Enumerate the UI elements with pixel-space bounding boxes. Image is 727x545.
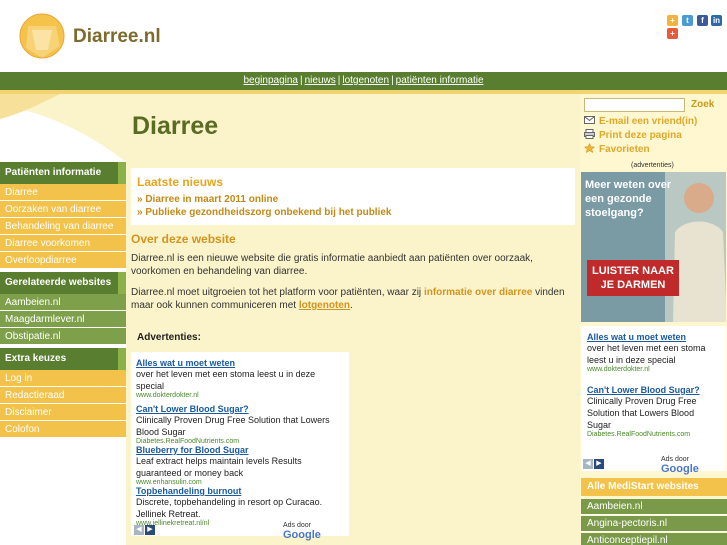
news-box: Laatste nieuws » Diarree in maart 2011 o… bbox=[131, 168, 575, 225]
lotgenoten-link[interactable]: lotgenoten bbox=[299, 300, 350, 311]
google-logo: Google bbox=[283, 529, 321, 541]
linkedin-icon[interactable]: in bbox=[711, 15, 722, 26]
ad-text: Clinically Proven Drug Free Solution tha… bbox=[587, 396, 697, 430]
sidebar-item-obstipatie[interactable]: Obstipatie.nl bbox=[0, 328, 126, 345]
prev-arrow-icon[interactable]: ◀ bbox=[134, 525, 144, 535]
about-title: Over deze website bbox=[131, 232, 236, 246]
search-button[interactable]: Zoek bbox=[691, 99, 714, 110]
about-text: . bbox=[349, 300, 353, 311]
banner-label: (advertenties) bbox=[631, 162, 674, 169]
banner-cta-line: LUISTER NAAR bbox=[592, 265, 674, 277]
social-links: + t f in + bbox=[667, 15, 723, 39]
sidebar-item-oorzaken[interactable]: Oorzaken van diarree bbox=[0, 201, 126, 218]
ad-text: Leaf extract helps maintain levels Resul… bbox=[136, 456, 302, 478]
site-header: Diarree.nl + t f in + bbox=[0, 0, 727, 72]
medistart-head: Alle MediStart websites bbox=[581, 478, 727, 496]
nav-separator: | bbox=[299, 75, 303, 86]
ad-url[interactable]: www.enhansulin.com bbox=[136, 479, 344, 486]
search-input[interactable] bbox=[584, 98, 685, 112]
ad-url[interactable]: Diabetes.RealFoodNutrients.com bbox=[136, 438, 344, 445]
sidebar-item-overloopdiarree[interactable]: Overloopdiarree bbox=[0, 252, 126, 269]
sidebar-item-voorkomen[interactable]: Diarree voorkomen bbox=[0, 235, 126, 252]
sidebar-item-diarree[interactable]: Diarree bbox=[0, 184, 126, 201]
news-item[interactable]: » Publieke gezondheidszorg onbekend bij … bbox=[137, 207, 569, 218]
sidebar-item-behandeling[interactable]: Behandeling van diarree bbox=[0, 218, 126, 235]
medistart-item-anticonceptiepil[interactable]: Anticonceptiepil.nl bbox=[581, 533, 727, 545]
about-text: Diarree.nl moet uitgroeien tot het platf… bbox=[131, 287, 424, 298]
banner-cta[interactable]: LUISTER NAAR JE DARMEN bbox=[587, 260, 679, 296]
prev-arrow-icon[interactable]: ◀ bbox=[583, 459, 593, 469]
sidebar-item-redactieraad[interactable]: Redactieraad bbox=[0, 387, 126, 404]
ad-title[interactable]: Can't Lower Blood Sugar? bbox=[136, 404, 344, 414]
nav-patienten-informatie[interactable]: patiënten informatie bbox=[396, 75, 484, 86]
nav-nieuws[interactable]: nieuws bbox=[305, 75, 336, 86]
sidebar-item-colofon[interactable]: Colofon bbox=[0, 421, 126, 438]
print-link[interactable]: Print deze pagina bbox=[584, 129, 682, 141]
medistart-item-aambeien[interactable]: Aambeien.nl bbox=[581, 499, 727, 515]
nav-separator: | bbox=[391, 75, 394, 86]
news-item[interactable]: » Diarree in maart 2011 online bbox=[137, 194, 569, 205]
ad-title[interactable]: Can't Lower Blood Sugar? bbox=[587, 385, 720, 395]
twitter-icon[interactable]: t bbox=[682, 15, 693, 26]
email-friend-link[interactable]: E-mail een vriend(in) bbox=[584, 115, 697, 127]
print-label: Print deze pagina bbox=[599, 130, 682, 141]
banner-cta-line: JE DARMEN bbox=[600, 279, 666, 291]
sidebar-head-patient: Patiënten informatie bbox=[0, 162, 126, 184]
sidebar-item-maagdarmlever[interactable]: Maagdarmlever.nl bbox=[0, 311, 126, 328]
nav-lotgenoten[interactable]: lotgenoten bbox=[342, 75, 389, 86]
sidebar-item-login[interactable]: Log in bbox=[0, 370, 126, 387]
left-sidebar: Patiënten informatie Diarree Oorzaken va… bbox=[0, 162, 126, 438]
favorites-label: Favorieten bbox=[599, 144, 650, 155]
news-title: Laatste nieuws bbox=[137, 175, 224, 189]
facebook-icon[interactable]: f bbox=[697, 15, 708, 26]
ad-text: Clinically Proven Drug Free Solution tha… bbox=[136, 415, 330, 437]
nav-beginpagina[interactable]: beginpagina bbox=[243, 75, 298, 86]
ad-pager: ◀ ▶ bbox=[134, 522, 156, 535]
about-paragraph: Diarree.nl moet uitgroeien tot het platf… bbox=[131, 286, 575, 312]
page-title: Diarree bbox=[132, 112, 219, 140]
plus-icon[interactable]: + bbox=[667, 28, 678, 39]
about-section: Over deze website Diarree.nl is een nieu… bbox=[131, 232, 575, 320]
main-nav: beginpagina | nieuws | lotgenoten | patiënten … bbox=[0, 72, 727, 90]
banner-headline: Meer weten over een gezonde stoelgang? bbox=[585, 179, 672, 219]
ad-title[interactable]: Alles wat u moet weten bbox=[136, 358, 344, 368]
ad-text: over het leven met een stoma leest u in … bbox=[136, 369, 316, 391]
ad-banner[interactable]: Meer weten over een gezonde stoelgang? L… bbox=[581, 172, 726, 322]
ads-main-box: Alles wat u moet weten over het leven me… bbox=[131, 352, 349, 541]
about-paragraph: Diarree.nl is een nieuwe website die gra… bbox=[131, 253, 533, 277]
ads-right-box: Alles wat u moet weten over het leven me… bbox=[581, 326, 726, 475]
ads-footer-label: Ads door bbox=[661, 456, 690, 463]
ad-url[interactable]: www.dokterdokter.nl bbox=[136, 392, 344, 399]
ads-by-google[interactable]: Ads door Google bbox=[661, 456, 726, 475]
ad-url[interactable]: Diabetes.RealFoodNutrients.com bbox=[587, 431, 720, 438]
favorites-link[interactable]: Favorieten bbox=[584, 143, 650, 155]
email-friend-label: E-mail een vriend(in) bbox=[599, 116, 698, 127]
next-arrow-icon[interactable]: ▶ bbox=[145, 525, 155, 535]
logo-icon bbox=[19, 13, 65, 59]
sidebar-head-related: Gerelateerde websites bbox=[0, 272, 126, 294]
ads-label: Advertenties: bbox=[137, 332, 201, 343]
ads-footer-label: Ads door bbox=[283, 522, 312, 529]
logo-text[interactable]: Diarree.nl bbox=[73, 26, 161, 48]
ads-by-google[interactable]: Ads door Google bbox=[283, 522, 349, 541]
ad-text: over het leven met een stoma leest u in … bbox=[587, 343, 706, 365]
ad-title[interactable]: Topbehandeling burnout bbox=[136, 486, 344, 496]
next-arrow-icon[interactable]: ▶ bbox=[594, 459, 604, 469]
medistart-item-angina[interactable]: Angina-pectoris.nl bbox=[581, 516, 727, 532]
sidebar-item-disclaimer[interactable]: Disclaimer bbox=[0, 404, 126, 421]
printer-icon bbox=[584, 129, 595, 139]
mail-icon bbox=[584, 116, 595, 124]
sidebar-head-extra: Extra keuzes bbox=[0, 348, 126, 370]
ad-title[interactable]: Blueberry for Blood Sugar bbox=[136, 445, 344, 455]
star-icon bbox=[584, 143, 595, 153]
ad-url[interactable]: www.dokterdokter.nl bbox=[587, 366, 720, 373]
info-link[interactable]: informatie over diarree bbox=[424, 287, 532, 298]
ad-pager: ◀ ▶ bbox=[583, 456, 605, 469]
sidebar-item-aambeien[interactable]: Aambeien.nl bbox=[0, 294, 126, 311]
more-icon[interactable]: + bbox=[667, 15, 678, 26]
google-logo: Google bbox=[661, 463, 699, 475]
ad-title[interactable]: Alles wat u moet weten bbox=[587, 332, 720, 342]
ad-text: Discrete, topbehandeling in resort op Cu… bbox=[136, 497, 323, 519]
